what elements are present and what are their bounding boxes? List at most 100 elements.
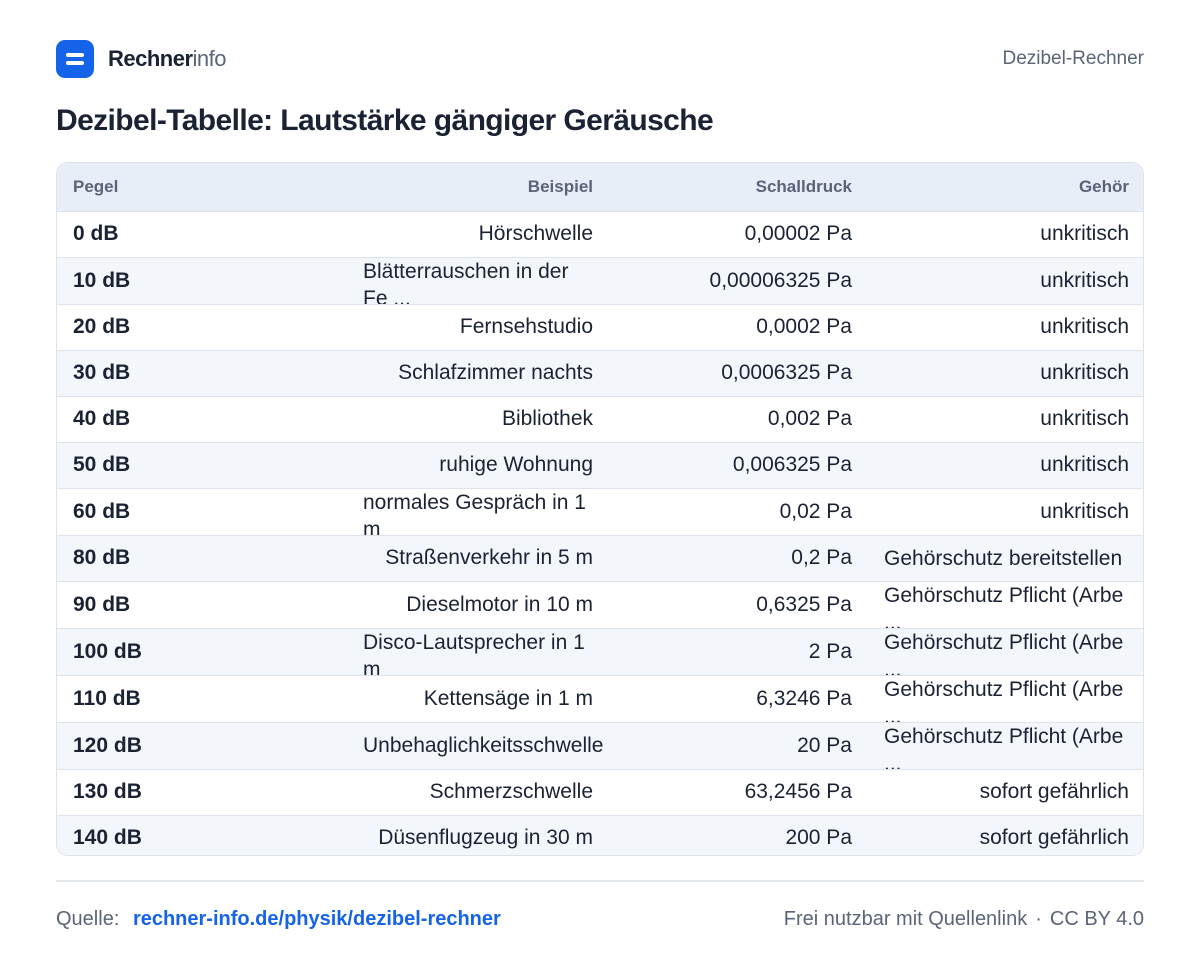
cell-gehoer-text: unkritisch — [1040, 407, 1129, 430]
table-row: 50 dB ruhige Wohnung 0,006325 Pa unkritisch — [57, 442, 1143, 488]
cell-gehoer-text: Gehörschutz bereitstellen — [884, 546, 1123, 570]
cell-beispiel-text: Disco-Lautsprecher in 1 m — [363, 630, 585, 675]
cell-schalldruck-text: 2 Pa — [808, 639, 852, 663]
cell-gehoer-text: unkritisch — [1040, 268, 1129, 292]
cell-pegel: 40 dB — [57, 396, 347, 442]
cell-schalldruck: 0,00006325 Pa — [609, 257, 868, 304]
cell-pegel-text: 20 dB — [73, 315, 131, 338]
cell-pegel: 0 dB — [57, 211, 347, 257]
cell-pegel: 130 dB — [57, 769, 347, 815]
cell-beispiel-text: Blätterrauschen in der Fe ... — [363, 259, 569, 304]
table-row: 100 dB Disco-Lautsprecher in 1 m 2 Pa Gehör… — [57, 628, 1143, 675]
cell-pegel: 80 dB — [57, 535, 347, 581]
table-header-row: Pegel Beispiel Schalldruck Gehör — [57, 163, 1143, 211]
cell-gehoer: Gehörschutz bereitstellen — [868, 535, 1143, 581]
cell-beispiel-text: ruhige Wohnung — [439, 453, 593, 476]
cell-gehoer-text: Gehörschutz Pflicht (Arbe ... — [884, 677, 1124, 722]
license-name: CC BY 4.0 — [1049, 907, 1144, 930]
cell-beispiel: Disco-Lautsprecher in 1 m — [347, 628, 609, 675]
cell-schalldruck: 0,6325 Pa — [609, 581, 868, 628]
cell-beispiel: Blätterrauschen in der Fe ... — [347, 257, 609, 304]
source-link[interactable]: rechner-info.de/physik/dezibel-rechner — [133, 908, 501, 930]
cell-pegel-text: 120 dB — [73, 733, 142, 757]
cell-schalldruck: 0,002 Pa — [609, 396, 868, 442]
cell-beispiel: Unbehaglichkeitsschwelle — [347, 722, 609, 769]
cell-gehoer-text: unkritisch — [1040, 361, 1129, 384]
cell-beispiel-text: Düsenflugzeug in 30 m — [378, 826, 593, 850]
license-text: Frei nutzbar mit Quellenlink — [783, 907, 1028, 930]
logo-text: Rechnerinfo — [108, 46, 227, 72]
cell-beispiel: Bibliothek — [347, 396, 609, 442]
cell-pegel-text: 10 dB — [73, 268, 131, 292]
cell-pegel: 90 dB — [57, 581, 347, 628]
cell-schalldruck: 20 Pa — [609, 722, 868, 769]
cell-gehoer: unkritisch — [868, 488, 1143, 535]
footer-divider — [56, 880, 1144, 882]
cell-schalldruck-text: 0,02 Pa — [779, 499, 852, 523]
cell-beispiel-text: Fernsehstudio — [459, 315, 593, 338]
cell-pegel-text: 40 dB — [73, 407, 131, 430]
cell-gehoer-text: Gehörschutz Pflicht (Arbe ... — [884, 630, 1124, 675]
cell-beispiel: Schmerzschwelle — [347, 769, 609, 815]
cell-pegel-text: 90 dB — [73, 592, 131, 616]
table-header: Pegel Beispiel Schalldruck Gehör — [57, 163, 1143, 211]
cell-pegel-text: 50 dB — [73, 453, 131, 476]
cell-gehoer-text: Gehörschutz Pflicht (Arbe ... — [884, 724, 1124, 769]
cell-schalldruck: 6,3246 Pa — [609, 675, 868, 722]
calculator-label[interactable]: Dezibel-Rechner — [1002, 48, 1144, 70]
table-row: 40 dB Bibliothek 0,002 Pa unkritisch — [57, 396, 1143, 442]
cell-schalldruck-text: 0,00002 Pa — [744, 222, 852, 245]
cell-gehoer: Gehörschutz Pflicht (Arbe ... — [868, 722, 1143, 769]
page-title: Dezibel-Tabelle: Lautstärke gängiger Ger… — [56, 104, 714, 137]
cell-gehoer: unkritisch — [868, 350, 1143, 396]
cell-beispiel-text: Straßenverkehr in 5 m — [385, 546, 593, 569]
cell-beispiel: Straßenverkehr in 5 m — [347, 535, 609, 581]
cell-beispiel: normales Gespräch in 1 m — [347, 488, 609, 535]
cell-schalldruck: 0,00002 Pa — [609, 211, 868, 257]
cell-schalldruck-text: 6,3246 Pa — [756, 686, 852, 710]
table-row: 0 dB Hörschwelle 0,00002 Pa unkritisch — [57, 211, 1143, 257]
cell-schalldruck-text: 0,00006325 Pa — [709, 268, 852, 292]
column-header-schalldruck: Schalldruck — [755, 176, 852, 196]
cell-beispiel-text: Schmerzschwelle — [429, 780, 593, 803]
cell-beispiel-text: Unbehaglichkeitsschwelle — [363, 733, 604, 757]
cell-schalldruck: 63,2456 Pa — [609, 769, 868, 815]
logo[interactable]: Rechnerinfo — [56, 40, 227, 78]
cell-pegel-text: 140 dB — [73, 826, 142, 850]
cell-pegel-text: 100 dB — [73, 639, 142, 663]
table-row: 130 dB Schmerzschwelle 63,2456 Pa sofort ge… — [57, 769, 1143, 815]
cell-gehoer-text: unkritisch — [1040, 222, 1129, 245]
cell-schalldruck-text: 0,006325 Pa — [732, 453, 852, 476]
cell-gehoer: unkritisch — [868, 396, 1143, 442]
source-block: Quelle: rechner-info.de/physik/dezibel-r… — [56, 908, 501, 931]
table-row: 60 dB normales Gespräch in 1 m 0,02 Pa unkr… — [57, 488, 1143, 535]
cell-pegel: 120 dB — [57, 722, 347, 769]
cell-schalldruck: 200 Pa — [609, 815, 868, 855]
cell-beispiel: Fernsehstudio — [347, 304, 609, 350]
cell-pegel: 30 dB — [57, 350, 347, 396]
cell-gehoer: Gehörschutz Pflicht (Arbe ... — [868, 581, 1143, 628]
cell-pegel: 60 dB — [57, 488, 347, 535]
cell-beispiel: ruhige Wohnung — [347, 442, 609, 488]
cell-schalldruck-text: 0,6325 Pa — [756, 592, 852, 616]
cell-pegel-text: 130 dB — [73, 780, 142, 803]
cell-gehoer: unkritisch — [868, 257, 1143, 304]
decibel-table: Pegel Beispiel Schalldruck Gehör 0 dB Hör… — [57, 163, 1143, 855]
column-header-pegel: Pegel — [73, 176, 119, 196]
cell-schalldruck-text: 0,0002 Pa — [756, 315, 852, 338]
logo-text-light: info — [192, 46, 227, 71]
cell-schalldruck: 0,0006325 Pa — [609, 350, 868, 396]
cell-gehoer: unkritisch — [868, 211, 1143, 257]
logo-icon — [56, 40, 94, 78]
cell-gehoer: Gehörschutz Pflicht (Arbe ... — [868, 675, 1143, 722]
table-row: 120 dB Unbehaglichkeitsschwelle 20 Pa Gehör… — [57, 722, 1143, 769]
cell-beispiel: Hörschwelle — [347, 211, 609, 257]
table-row: 140 dB Düsenflugzeug in 30 m 200 Pa sofort … — [57, 815, 1143, 855]
cell-gehoer: Gehörschutz Pflicht (Arbe ... — [868, 628, 1143, 675]
cell-schalldruck: 0,02 Pa — [609, 488, 868, 535]
cell-gehoer: sofort gefährlich — [868, 769, 1143, 815]
cell-schalldruck: 0,0002 Pa — [609, 304, 868, 350]
table-row: 20 dB Fernsehstudio 0,0002 Pa unkritisch — [57, 304, 1143, 350]
table-row: 10 dB Blätterrauschen in der Fe ... 0,0000… — [57, 257, 1143, 304]
cell-beispiel: Schlafzimmer nachts — [347, 350, 609, 396]
